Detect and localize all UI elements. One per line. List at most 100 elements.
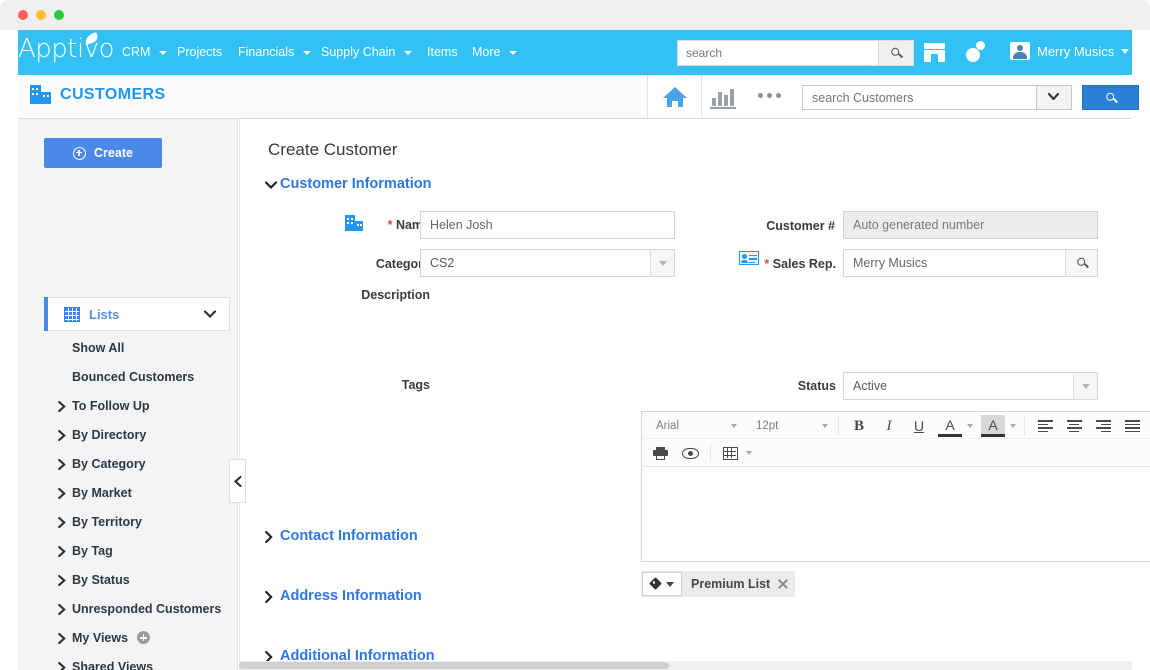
add-view-icon[interactable] [137, 631, 150, 644]
font-size-select[interactable]: 12pt [748, 416, 832, 436]
editor-toolbar-row-2 [642, 439, 1150, 466]
description-editor: Arial 12pt B I U A A [641, 411, 1150, 562]
home-button[interactable] [648, 75, 702, 118]
home-icon [663, 87, 687, 107]
section-label: Contact Information [280, 528, 418, 544]
collapse-sidebar-handle[interactable] [229, 459, 246, 503]
section-customer-information[interactable]: Customer Information [265, 176, 432, 192]
notifications-bulb-icon[interactable] [965, 41, 985, 64]
align-justify-icon [1124, 420, 1140, 433]
sales-rep-search-button[interactable] [1065, 250, 1097, 276]
module-title-label: CUSTOMERS [60, 85, 166, 103]
chevron-right-icon [58, 488, 66, 499]
chevron-down-icon [822, 424, 828, 428]
nav-item-crm[interactable]: CRM [122, 45, 167, 59]
sidebar-item-by-status[interactable]: By Status [44, 573, 230, 602]
nav-item-supply-chain[interactable]: Supply Chain [321, 45, 412, 59]
chevron-down-icon [731, 424, 737, 428]
chevron-right-icon [58, 575, 66, 586]
section-contact-information[interactable]: Contact Information [265, 528, 418, 544]
section-label: Customer Information [280, 176, 432, 192]
align-left-icon [1037, 420, 1053, 433]
sidebar-item-bounced-customers[interactable]: Bounced Customers [44, 370, 230, 399]
remove-tag-icon[interactable] [777, 578, 789, 590]
apptivo-logo[interactable]: Apptivo [18, 34, 115, 64]
name-input[interactable] [420, 211, 675, 239]
font-family-select[interactable]: Arial [648, 416, 740, 436]
description-label: Description [361, 288, 430, 302]
window-minimize-button[interactable] [36, 10, 46, 20]
align-center-button[interactable] [1062, 415, 1086, 437]
window-title-bar [0, 0, 1150, 30]
sidebar-item-by-tag[interactable]: By Tag [44, 544, 230, 573]
align-center-icon [1066, 420, 1082, 433]
window-zoom-button[interactable] [54, 10, 64, 20]
preview-button[interactable] [678, 442, 702, 464]
tag-chip[interactable]: Premium List [682, 571, 795, 597]
section-address-information[interactable]: Address Information [265, 588, 422, 604]
insert-table-button[interactable] [718, 442, 742, 464]
sidebar-item-label: Bounced Customers [72, 370, 195, 384]
sidebar-item-label: Show All [72, 341, 125, 355]
tags-dropdown-button[interactable] [642, 572, 682, 596]
sidebar-item-shared-views[interactable]: Shared Views [44, 660, 230, 670]
reports-button[interactable] [710, 85, 738, 109]
italic-button[interactable]: I [877, 415, 901, 437]
sidebar-item-my-views[interactable]: My Views [44, 631, 230, 660]
text-color-button[interactable]: A [938, 415, 962, 437]
contact-card-icon [739, 251, 759, 265]
sidebar-panel-lists[interactable]: Lists [44, 297, 230, 331]
nav-item-financials[interactable]: Financials [238, 45, 311, 59]
font-size-value: 12pt [756, 420, 779, 432]
sidebar-item-label: By Category [72, 457, 146, 471]
sidebar-item-unresponded-customers[interactable]: Unresponded Customers [44, 602, 230, 631]
align-right-button[interactable] [1091, 415, 1115, 437]
nav-item-more[interactable]: More [472, 45, 517, 59]
window-close-button[interactable] [18, 10, 28, 20]
sidebar-item-by-category[interactable]: By Category [44, 457, 230, 486]
highlight-color-button[interactable]: A [981, 415, 1005, 437]
search-icon [891, 47, 900, 56]
app-store-icon[interactable] [924, 43, 945, 62]
section-label: Address Information [280, 588, 422, 604]
sidebar-item-to-follow-up[interactable]: To Follow Up [44, 399, 230, 428]
editor-toolbar-row-1: Arial 12pt B I U A A [642, 412, 1150, 439]
status-select[interactable]: Active [843, 372, 1098, 400]
global-search-input[interactable] [678, 41, 878, 65]
module-search-dropdown-button[interactable] [1036, 86, 1071, 109]
app-viewport: Apptivo CRM Projects Financials Supply C… [0, 30, 1150, 670]
sidebar-item-by-territory[interactable]: By Territory [44, 515, 230, 544]
module-search-submit-button[interactable] [1082, 85, 1139, 110]
nav-item-items[interactable]: Items [427, 45, 458, 59]
main-content: Create Customer Customer Information * N… [239, 119, 1150, 670]
description-textarea[interactable] [642, 467, 1150, 561]
chevron-right-icon [58, 662, 66, 670]
sidebar-item-label: By Market [72, 486, 132, 500]
underline-button[interactable]: U [907, 415, 931, 437]
global-search-button[interactable] [878, 41, 913, 65]
sales-rep-input[interactable] [844, 250, 1066, 276]
create-button-label: Create [94, 146, 133, 160]
align-right-icon [1095, 420, 1111, 433]
category-dropdown-button[interactable] [650, 250, 674, 276]
nav-item-projects[interactable]: Projects [177, 45, 222, 59]
status-dropdown-button[interactable] [1073, 373, 1097, 399]
bold-button[interactable]: B [847, 415, 871, 437]
module-search-input[interactable] [803, 86, 1035, 109]
scrollbar-thumb[interactable] [239, 662, 669, 669]
sidebar-item-by-directory[interactable]: By Directory [44, 428, 230, 457]
more-options-icon[interactable] [758, 93, 788, 101]
align-left-button[interactable] [1033, 415, 1057, 437]
sidebar-item-by-market[interactable]: By Market [44, 486, 230, 515]
font-family-value: Arial [656, 420, 680, 432]
module-toolbar [647, 75, 1139, 118]
chevron-down-icon [403, 50, 412, 55]
horizontal-scrollbar[interactable] [239, 661, 1132, 670]
category-select[interactable]: CS2 [420, 249, 675, 277]
print-button[interactable] [648, 442, 672, 464]
sidebar-item-show-all[interactable]: Show All [44, 341, 230, 370]
align-justify-button[interactable] [1120, 415, 1144, 437]
chevron-down-icon [665, 581, 674, 587]
sidebar-item-label: By Tag [72, 544, 113, 558]
create-button[interactable]: Create [44, 138, 162, 168]
